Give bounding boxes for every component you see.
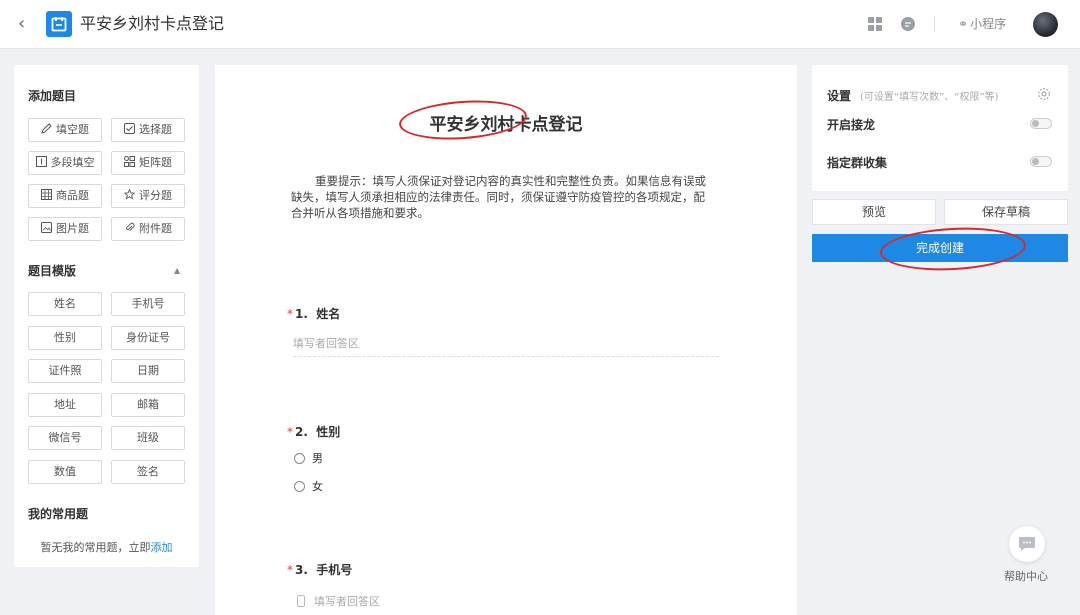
form-editor: 平安乡刘村卡点登记 重要提示：填写人须保证对登记内容的真实性和完整性负责。如果信… (215, 65, 797, 615)
red-annotation-circle (397, 96, 529, 144)
group-collect-label: 指定群收集 (827, 156, 888, 170)
paperclip-icon (126, 222, 135, 232)
settings-panel: 设置 (可设置“填写次数”、“权限”等) 开启接龙 指定群收集 (812, 65, 1068, 191)
top-bar: ‹ 平安乡刘村卡点登记 ⚭ 小程序 (0, 0, 1080, 49)
finish-create-button[interactable]: 完成创建 (812, 234, 1068, 262)
template-title: 题目模版 (28, 264, 77, 278)
form-notice[interactable]: 重要提示：填写人须保证对登记内容的真实性和完整性负责。如果信息有误或缺失，填写人… (291, 173, 715, 221)
required-mark: * (287, 307, 293, 321)
user-avatar[interactable] (1033, 12, 1058, 37)
back-arrow-icon[interactable]: ‹ (18, 14, 34, 34)
attachment-button[interactable]: 附件题 (111, 217, 185, 241)
question-palette: 添加题目 填空题 选择题 多段填空 矩阵题 商品题 评分题 图片题 附件题 题目… (14, 65, 199, 567)
table-grid-icon (41, 189, 52, 200)
common-questions-title: 我的常用题 (28, 507, 89, 521)
message-bubble-icon[interactable] (899, 15, 917, 33)
product-button[interactable]: 商品题 (28, 184, 102, 208)
save-draft-button[interactable]: 保存草稿 (944, 199, 1068, 225)
radio-option-male[interactable]: 男 (294, 452, 323, 466)
collapse-caret-icon[interactable]: ▲ (174, 266, 180, 275)
help-center-label[interactable]: 帮助中心 (1004, 568, 1048, 584)
template-name-button[interactable]: 姓名 (28, 292, 102, 316)
template-signature-button[interactable]: 签名 (111, 460, 185, 484)
radio-option-female[interactable]: 女 (294, 480, 323, 494)
required-mark: * (287, 563, 293, 577)
matrix-button[interactable]: 矩阵题 (111, 151, 185, 175)
question-1-label[interactable]: * 1. 姓名 (287, 305, 340, 322)
phone-icon (297, 595, 305, 607)
settings-hint: (可设置“填写次数”、“权限”等) (860, 92, 999, 103)
checkbox-icon (124, 123, 135, 134)
template-phone-button[interactable]: 手机号 (111, 292, 185, 316)
settings-title: 设置 (827, 89, 852, 103)
template-class-button[interactable]: 班级 (111, 426, 185, 450)
required-mark: * (287, 425, 293, 439)
grid-apps-icon[interactable] (866, 15, 884, 33)
star-icon (124, 189, 135, 200)
group-collect-toggle[interactable] (1030, 156, 1052, 167)
pencil-icon (41, 123, 52, 134)
gear-icon[interactable] (1037, 87, 1051, 101)
question-1-answer[interactable]: 填写者回答区 (293, 333, 719, 357)
template-number-button[interactable]: 数值 (28, 460, 102, 484)
template-date-button[interactable]: 日期 (111, 359, 185, 383)
choice-button[interactable]: 选择题 (111, 118, 185, 142)
add-question-title: 添加题目 (28, 89, 77, 103)
help-center-button[interactable] (1009, 526, 1045, 562)
fill-blank-button[interactable]: 填空题 (28, 118, 102, 142)
rating-button[interactable]: 评分题 (111, 184, 185, 208)
template-id-photo-button[interactable]: 证件照 (28, 359, 102, 383)
matrix-icon (124, 156, 135, 167)
page-title: 平安乡刘村卡点登记 (80, 14, 225, 33)
template-id-number-button[interactable]: 身份证号 (111, 326, 185, 350)
template-email-button[interactable]: 邮箱 (111, 393, 185, 417)
template-address-button[interactable]: 地址 (28, 393, 102, 417)
add-common-link[interactable]: 添加 (151, 541, 173, 554)
mini-program-link[interactable]: ⚭ 小程序 (958, 15, 1006, 33)
text-cursor-icon (35, 156, 47, 167)
template-gender-button[interactable]: 性别 (28, 326, 102, 350)
question-3-label[interactable]: * 3. 手机号 (287, 561, 352, 578)
chat-icon (1019, 537, 1035, 551)
image-question-button[interactable]: 图片题 (28, 217, 102, 241)
relay-toggle[interactable] (1030, 118, 1052, 129)
preview-button[interactable]: 预览 (812, 199, 936, 225)
template-wechat-button[interactable]: 微信号 (28, 426, 102, 450)
common-empty-note: 暂无我的常用题，立即添加 (40, 541, 173, 554)
radio-circle-icon (294, 481, 305, 492)
radio-circle-icon (294, 453, 305, 464)
relay-label: 开启接龙 (827, 118, 876, 132)
multi-blank-button[interactable]: 多段填空 (28, 151, 102, 175)
mini-program-label: 小程序 (970, 17, 1007, 31)
toolbar-divider (934, 16, 935, 32)
question-2-label[interactable]: * 2. 性别 (287, 423, 340, 440)
question-3-answer[interactable]: 填写者回答区 (297, 593, 380, 609)
form-app-logo-icon (46, 11, 72, 37)
link-icon: ⚭ (958, 17, 969, 31)
image-icon (41, 222, 52, 233)
